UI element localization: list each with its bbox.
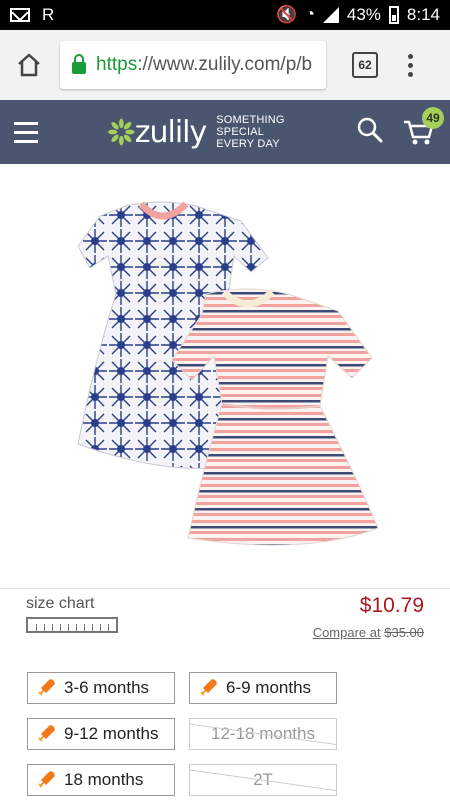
size-option-3-6-months[interactable]: 3-6 months	[27, 672, 175, 704]
browser-toolbar: https://www.zulily.com/p/b 62	[0, 30, 450, 100]
size-label: 9-12 months	[64, 724, 159, 743]
original-price: $35.00	[384, 625, 424, 640]
ruler-icon	[26, 617, 118, 633]
two-dresses-image	[77, 201, 379, 546]
product-image[interactable]	[56, 176, 394, 578]
hamburger-menu-button[interactable]	[14, 121, 39, 143]
url-bar[interactable]: https://www.zulily.com/p/b	[60, 41, 326, 89]
rocket-icon	[36, 770, 56, 790]
mute-icon: 🔇	[276, 5, 298, 24]
dot-icon	[408, 62, 413, 68]
status-bar: R 🔇 ◔ 43% 8:14	[0, 0, 450, 30]
search-button[interactable]	[356, 116, 384, 149]
battery-icon	[388, 6, 399, 24]
sale-price: $10.79	[359, 594, 424, 617]
home-button[interactable]	[12, 48, 46, 82]
section-divider	[0, 588, 450, 589]
size-chart-link[interactable]: size chart	[26, 595, 118, 633]
cart-button[interactable]: 49	[402, 107, 444, 147]
mail-icon	[10, 8, 30, 22]
zulily-logo[interactable]: zulily SOMETHING SPECIAL EVERY DAY	[108, 114, 310, 150]
size-label: 3-6 months	[64, 678, 150, 697]
home-icon	[18, 53, 40, 77]
site-header: zulily SOMETHING SPECIAL EVERY DAY 49	[0, 100, 450, 164]
status-left-text: R	[42, 5, 55, 24]
size-label: 6-9 months	[226, 678, 312, 697]
size-label: 18 months	[64, 770, 144, 789]
lock-icon	[72, 54, 86, 74]
rocket-icon	[36, 678, 56, 698]
search-icon	[357, 117, 383, 142]
url-text: ://www.zulily.com/p/b	[137, 54, 313, 75]
clock: 8:14	[406, 5, 440, 24]
cart-count-badge: 49	[422, 107, 444, 129]
wifi-icon: ◔	[305, 6, 315, 23]
tagline-line2: EVERY DAY	[216, 138, 280, 150]
tab-switcher-button[interactable]: 62	[352, 52, 378, 78]
signal-icon	[322, 7, 339, 23]
compare-price: Compare at $35.00	[313, 625, 424, 640]
overflow-menu-button[interactable]	[408, 53, 414, 77]
tagline-line1: SOMETHING SPECIAL	[216, 114, 285, 138]
battery-level: 43%	[346, 5, 381, 24]
size-option-18-months[interactable]: 18 months	[27, 764, 175, 796]
size-option-9-12-months[interactable]: 9-12 months	[27, 718, 175, 750]
logo-tagline: SOMETHING SPECIAL EVERY DAY	[216, 114, 310, 150]
url-scheme: https	[96, 54, 138, 75]
size-chart-label: size chart	[26, 595, 95, 612]
size-option-12-18-months[interactable]: 12-18 months	[189, 718, 337, 750]
size-label: 2T	[253, 770, 273, 789]
size-selector: 3-6 months 6-9 months 9-12 months 12-18 …	[27, 672, 337, 796]
dot-icon	[408, 71, 413, 77]
dot-icon	[408, 53, 413, 59]
flower-logo-icon	[108, 118, 135, 146]
rocket-icon	[36, 724, 56, 744]
rocket-icon	[198, 678, 218, 698]
logo-wordmark: zulily	[134, 114, 208, 150]
size-option-6-9-months[interactable]: 6-9 months	[189, 672, 337, 704]
compare-label[interactable]: Compare at	[313, 625, 381, 640]
size-label: 12-18 months	[211, 724, 315, 743]
size-option-2t[interactable]: 2T	[189, 764, 337, 796]
